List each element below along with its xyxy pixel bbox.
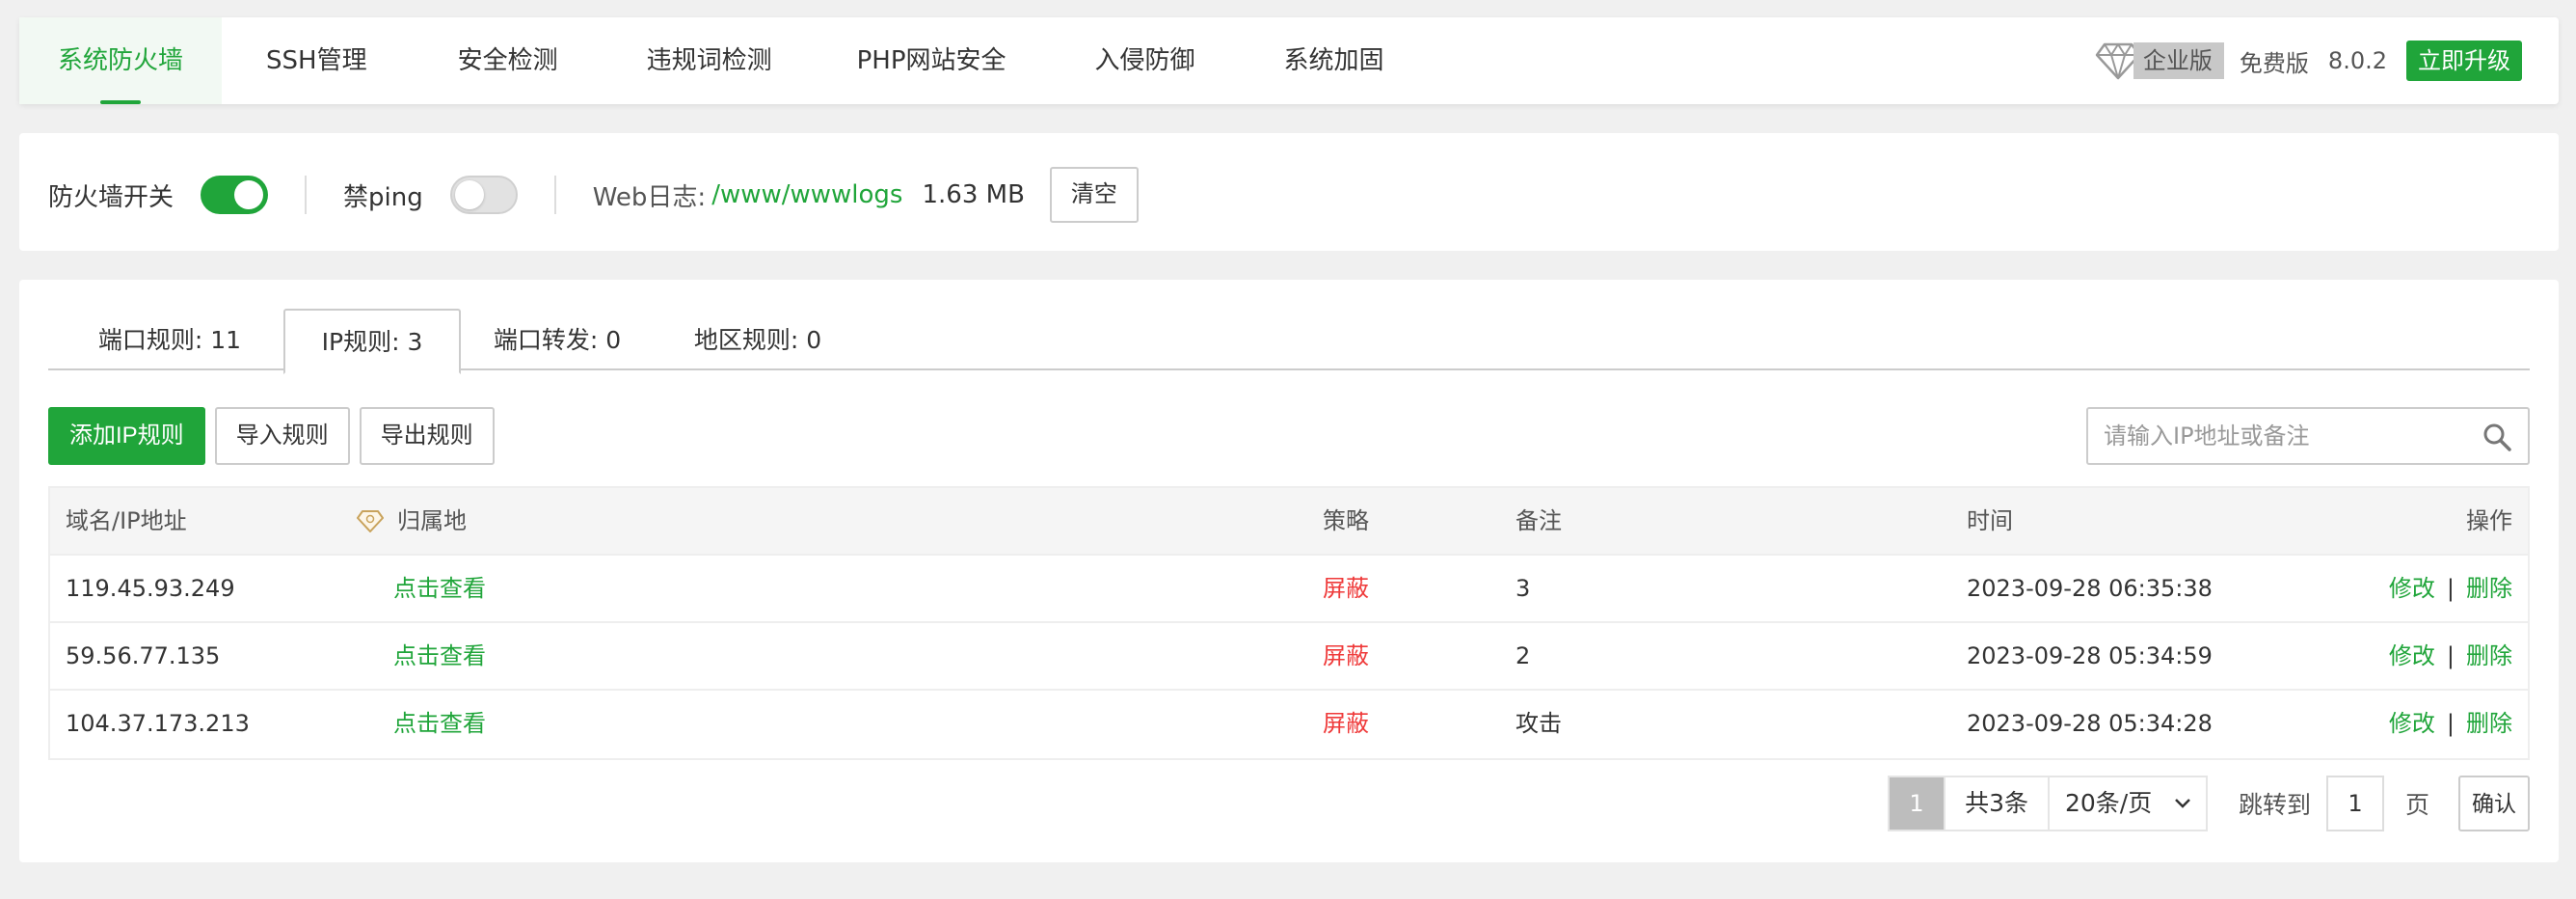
clear-log-button[interactable]: 清空 <box>1049 167 1139 223</box>
header-ip: 域名/IP地址 <box>66 507 187 534</box>
page-size-select[interactable]: 20条/页 <box>2047 777 2206 830</box>
enterprise-badge[interactable]: 企业版 <box>2095 41 2224 81</box>
view-location-link[interactable]: 点击查看 <box>393 556 486 621</box>
total-count: 共3条 <box>1944 777 2048 830</box>
row-note: 3 <box>1516 575 1531 602</box>
row-actions: 修改 | 删除 <box>2389 623 2512 689</box>
ping-switch-label: 禁ping <box>343 182 423 212</box>
firewall-settings-bar: 防火墙开关 禁ping Web日志: /www/wwwlogs 1.63 MB … <box>19 133 2559 251</box>
page-word: 页 <box>2404 791 2429 819</box>
page-number-current[interactable]: 1 <box>1890 777 1945 830</box>
toggle-knob <box>234 180 264 209</box>
action-separator: | <box>2446 642 2455 669</box>
header-location: 归属地 <box>357 488 467 554</box>
confirm-jump-button[interactable]: 确认 <box>2458 776 2530 831</box>
row-actions: 修改 | 删除 <box>2389 556 2512 621</box>
weblog-label: Web日志: <box>592 182 707 212</box>
search-input[interactable] <box>2088 409 2464 463</box>
nav-tab-security-scan[interactable]: 安全检测 <box>414 17 603 104</box>
nav-tab-ssh[interactable]: SSH管理 <box>222 17 414 104</box>
jump-page-input[interactable]: 1 <box>2325 776 2384 831</box>
view-location-link[interactable]: 点击查看 <box>393 623 486 689</box>
action-separator: | <box>2446 710 2455 737</box>
ip-rules-table: 域名/IP地址 归属地 策略 备注 时间 操作 119.45.93.249 点击… <box>48 486 2530 760</box>
header-policy: 策略 <box>1323 507 1369 534</box>
row-time: 2023-09-28 05:34:59 <box>1967 642 2213 669</box>
header-action: 操作 <box>2466 507 2512 534</box>
divider <box>305 176 308 214</box>
tab-region-rules[interactable]: 地区规则: 0 <box>661 309 854 370</box>
view-location-link[interactable]: 点击查看 <box>393 691 486 756</box>
add-ip-rule-button[interactable]: 添加IP规则 <box>48 407 205 465</box>
divider <box>553 176 556 214</box>
export-rules-button[interactable]: 导出规则 <box>359 407 495 465</box>
import-rules-button[interactable]: 导入规则 <box>214 407 350 465</box>
tab-port-rules[interactable]: 端口规则: 11 <box>54 309 285 370</box>
table-header: 域名/IP地址 归属地 策略 备注 时间 操作 <box>50 488 2528 556</box>
search-icon[interactable] <box>2482 422 2512 452</box>
enterprise-label: 企业版 <box>2133 42 2224 79</box>
edition-info: 企业版 免费版 8.0.2 立即升级 <box>2095 41 2522 81</box>
row-policy: 屏蔽 <box>1323 575 1369 602</box>
row-policy: 屏蔽 <box>1323 642 1369 669</box>
premium-diamond-icon <box>357 510 384 532</box>
row-time: 2023-09-28 06:35:38 <box>1967 575 2213 602</box>
header-time: 时间 <box>1967 507 2013 534</box>
pagination: 1 共3条 20条/页 跳转到 1 页 确认 <box>1888 776 2530 831</box>
edit-link[interactable]: 修改 <box>2389 575 2435 602</box>
toggle-knob <box>454 180 484 209</box>
toolbar: 添加IP规则 导入规则 导出规则 <box>48 407 495 465</box>
nav-tab-hardening[interactable]: 系统加固 <box>1240 17 1429 104</box>
free-edition-label: 免费版 <box>2239 49 2309 77</box>
action-separator: | <box>2446 575 2455 602</box>
edit-link[interactable]: 修改 <box>2389 642 2435 669</box>
jump-label: 跳转到 <box>2238 791 2311 819</box>
row-ip: 104.37.173.213 <box>66 710 250 737</box>
upgrade-button[interactable]: 立即升级 <box>2406 41 2522 81</box>
tab-port-forward[interactable]: 端口转发: 0 <box>461 309 654 370</box>
chevron-down-icon <box>2175 799 2190 808</box>
top-nav: 系统防火墙 SSH管理 安全检测 违规词检测 PHP网站安全 入侵防御 系统加固… <box>19 17 2559 104</box>
ping-toggle[interactable] <box>449 176 518 214</box>
table-row: 59.56.77.135 点击查看 屏蔽 2 2023-09-28 05:34:… <box>50 623 2528 691</box>
delete-link[interactable]: 删除 <box>2466 575 2512 602</box>
row-actions: 修改 | 删除 <box>2389 691 2512 756</box>
table-row: 104.37.173.213 点击查看 屏蔽 攻击 2023-09-28 05:… <box>50 691 2528 758</box>
nav-tab-intrusion[interactable]: 入侵防御 <box>1051 17 1240 104</box>
header-location-label: 归属地 <box>397 507 467 534</box>
row-note: 2 <box>1516 642 1531 669</box>
edit-link[interactable]: 修改 <box>2389 710 2435 737</box>
row-time: 2023-09-28 05:34:28 <box>1967 710 2213 737</box>
weblog-path-link[interactable]: /www/wwwlogs <box>711 180 902 209</box>
weblog-size: 1.63 MB <box>922 180 1025 209</box>
table-row: 119.45.93.249 点击查看 屏蔽 3 2023-09-28 06:35… <box>50 556 2528 623</box>
nav-tab-word-scan[interactable]: 违规词检测 <box>603 17 817 104</box>
rules-panel: 端口规则: 11 IP规则: 3 端口转发: 0 地区规则: 0 添加IP规则 … <box>19 280 2559 862</box>
page-size-value: 20条/页 <box>2064 789 2153 817</box>
row-policy: 屏蔽 <box>1323 710 1369 737</box>
header-note: 备注 <box>1516 507 1562 534</box>
row-note: 攻击 <box>1516 710 1562 737</box>
delete-link[interactable]: 删除 <box>2466 642 2512 669</box>
row-ip: 119.45.93.249 <box>66 575 235 602</box>
tab-ip-rules[interactable]: IP规则: 3 <box>283 309 461 374</box>
nav-tabs: 系统防火墙 SSH管理 安全检测 违规词检测 PHP网站安全 入侵防御 系统加固 <box>19 17 1429 104</box>
nav-tab-firewall[interactable]: 系统防火墙 <box>19 17 223 104</box>
version-label: 8.0.2 <box>2327 47 2387 74</box>
search-box <box>2086 407 2530 465</box>
rule-tabs: 端口规则: 11 IP规则: 3 端口转发: 0 地区规则: 0 <box>48 309 2530 374</box>
page-box: 1 共3条 20条/页 <box>1888 776 2208 831</box>
firewall-toggle[interactable] <box>201 176 269 214</box>
row-ip: 59.56.77.135 <box>66 642 221 669</box>
delete-link[interactable]: 删除 <box>2466 710 2512 737</box>
firewall-switch-label: 防火墙开关 <box>48 182 174 212</box>
nav-tab-php-security[interactable]: PHP网站安全 <box>817 17 1051 104</box>
